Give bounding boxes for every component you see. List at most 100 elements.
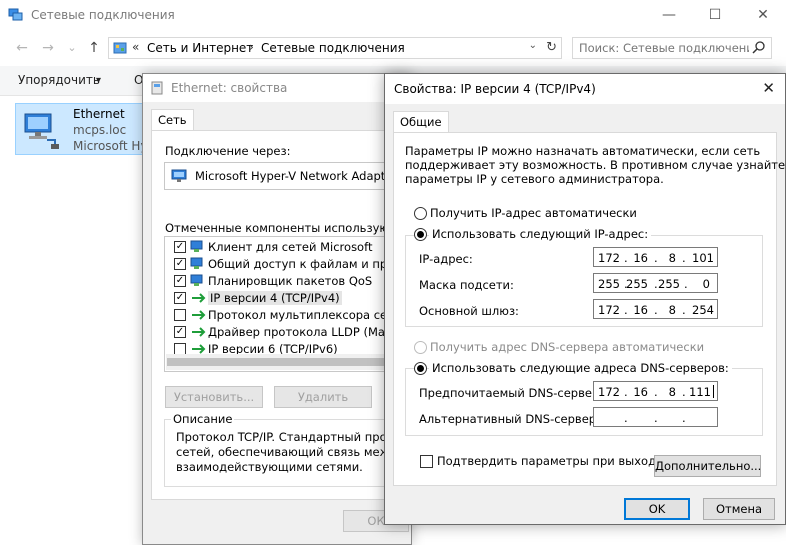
manual-dns-label[interactable]: Использовать следующие адреса DNS-сервер… <box>429 361 732 375</box>
manual-dns-radio[interactable] <box>414 362 427 375</box>
forward-icon[interactable]: → <box>37 38 59 58</box>
breadcrumb-separator[interactable]: › <box>249 40 254 54</box>
ip-octet: 172 <box>598 251 620 265</box>
qos-scheduler-icon <box>190 274 203 286</box>
network-connections-icon <box>8 8 23 21</box>
list-item[interactable]: ✓ Общий доступ к файлам и принтерам <box>165 256 393 273</box>
search-box[interactable] <box>572 37 772 59</box>
component-checkbox[interactable]: ✓ <box>174 258 186 270</box>
organize-button[interactable]: Упорядочить <box>18 73 100 87</box>
alternate-dns-label: Альтернативный DNS-сервер: <box>419 412 600 426</box>
ip-octet: 101 <box>692 251 714 265</box>
scrollbar-thumb[interactable] <box>167 358 392 366</box>
ip-address-label: IP-адрес: <box>419 252 473 266</box>
address-bar[interactable]: « Сеть и Интернет › Сетевые подключения … <box>108 37 562 59</box>
ipv4-dialog-title: Свойства: IP версии 4 (TCP/IPv4) <box>394 82 596 96</box>
ipv4-dialog-title-bar: Свойства: IP версии 4 (TCP/IPv4) ✕ <box>385 74 785 104</box>
component-checkbox[interactable]: ✓ <box>174 292 186 304</box>
search-input[interactable] <box>579 40 749 56</box>
list-item[interactable]: ✓ Планировщик пакетов QoS <box>165 273 393 290</box>
close-button[interactable]: ✕ <box>740 0 786 32</box>
alternate-dns-field[interactable]: . . . <box>593 407 718 427</box>
install-button[interactable]: Установить... <box>165 386 263 408</box>
component-label: Драйвер протокола LLDP (Майкрософт) <box>208 325 393 339</box>
component-label: IP версии 4 (TCP/IPv4) <box>208 291 342 305</box>
breadcrumb-network-connections[interactable]: Сетевые подключения <box>261 41 405 55</box>
adapter-name: Ethernet <box>73 107 125 121</box>
gateway-octet: 172 <box>598 303 620 317</box>
back-icon[interactable]: ← <box>11 38 33 58</box>
ok-button[interactable]: OK <box>624 498 690 520</box>
recent-locations-icon[interactable]: ⌄ <box>61 38 83 58</box>
list-item[interactable]: ✓ Клиент для сетей Microsoft <box>165 239 393 256</box>
explorer-title-bar: Сетевые подключения — ☐ ✕ <box>0 0 786 32</box>
component-checkbox[interactable]: ✓ <box>174 241 186 253</box>
component-label: Протокол мультиплексора сетевого <box>208 308 393 322</box>
ethernet-dialog-title-bar: Ethernet: свойства <box>143 74 411 102</box>
list-item[interactable]: ✓ IP версии 4 (TCP/IPv4) <box>165 290 393 307</box>
validate-checkbox[interactable] <box>420 455 433 468</box>
gateway-field[interactable]: 172. 16. 8. 254 <box>593 299 718 319</box>
auto-ip-label[interactable]: Получить IP-адрес автоматически <box>430 206 637 220</box>
text-caret <box>713 385 714 398</box>
manual-ip-radio[interactable] <box>414 228 427 241</box>
component-checkbox[interactable]: ✓ <box>174 275 186 287</box>
component-checkbox[interactable]: ✓ <box>174 326 186 338</box>
gateway-octet: 16 <box>633 303 648 317</box>
adapter-name-box: Microsoft Hyper-V Network Adapter <box>164 162 394 190</box>
protocol-icon <box>192 327 206 337</box>
tab-network[interactable]: Сеть <box>151 109 194 131</box>
list-item[interactable]: ✓ Драйвер протокола LLDP (Майкрософт) <box>165 324 393 341</box>
advanced-button[interactable]: Дополнительно... <box>654 455 761 477</box>
network-client-icon <box>190 240 203 252</box>
remove-button[interactable]: Удалить <box>274 386 372 408</box>
list-item[interactable]: Протокол мультиплексора сетевого <box>165 307 393 324</box>
tab-general[interactable]: Общие <box>393 111 449 133</box>
ip-address-field[interactable]: 172. 16. 8. 101 <box>593 247 718 267</box>
network-adapter-icon <box>24 113 59 149</box>
subnet-mask-field[interactable]: 255. 255. 255. 0 <box>593 273 718 293</box>
mask-octet: 255 <box>598 277 620 291</box>
address-dropdown-icon[interactable]: ⌄ <box>529 40 537 51</box>
auto-ip-radio[interactable] <box>414 207 427 220</box>
description-line: Протокол TCP/IP. Стандартный протокол <box>176 430 391 444</box>
dns-octet: 111 <box>689 385 711 399</box>
address-overflow[interactable]: « <box>132 40 139 54</box>
ip-octet: 16 <box>633 251 648 265</box>
auto-dns-radio[interactable] <box>414 341 427 354</box>
subnet-mask-label: Маска подсети: <box>419 278 514 292</box>
protocol-icon <box>192 310 206 320</box>
dns-octet: 172 <box>598 385 620 399</box>
minimize-button[interactable]: — <box>646 0 692 32</box>
description-line: сетей, обеспечивающий связь между ра <box>176 445 391 459</box>
preferred-dns-field[interactable]: 172. 16. 8. 111 <box>593 381 718 401</box>
ipv4-properties-dialog: Свойства: IP версии 4 (TCP/IPv4) ✕ Общие… <box>384 73 786 525</box>
mask-octet: 255 <box>658 277 680 291</box>
search-icon[interactable] <box>752 40 766 54</box>
maximize-button[interactable]: ☐ <box>692 0 738 32</box>
preferred-dns-label: Предпочитаемый DNS-сервер: <box>419 386 604 400</box>
refresh-icon[interactable]: ↻ <box>546 40 557 55</box>
component-label: Клиент для сетей Microsoft <box>208 240 373 254</box>
components-list[interactable]: ✓ Клиент для сетей Microsoft ✓ Общий дос… <box>164 236 394 372</box>
ethernet-dialog-title: Ethernet: свойства <box>171 81 288 95</box>
adapter-ethernet-tile[interactable]: Ethernet mcps.loc Microsoft Hyper-V <box>15 103 179 155</box>
component-label: Общий доступ к файлам и принтерам <box>208 257 393 271</box>
validate-label[interactable]: Подтвердить параметры при выходе <box>437 454 663 468</box>
dns-octet: 8 <box>668 385 676 399</box>
component-checkbox[interactable] <box>174 309 186 321</box>
adapter-domain: mcps.loc <box>73 123 127 137</box>
intro-line: параметры IP у сетевого администратора. <box>405 172 664 186</box>
mask-octet: 0 <box>702 277 710 291</box>
manual-ip-label[interactable]: Использовать следующий IP-адрес: <box>429 227 652 241</box>
cancel-button[interactable]: Отмена <box>703 498 775 520</box>
horizontal-scrollbar[interactable] <box>166 354 393 370</box>
up-icon[interactable]: ↑ <box>83 38 105 58</box>
chevron-down-icon[interactable]: ▾ <box>96 75 101 86</box>
breadcrumb-network-internet[interactable]: Сеть и Интернет <box>147 41 253 55</box>
close-icon[interactable]: ✕ <box>762 79 775 97</box>
adapter-name-text: Microsoft Hyper-V Network Adapter <box>195 169 394 183</box>
description-label: Описание <box>171 412 235 426</box>
auto-dns-label[interactable]: Получить адрес DNS-сервера автоматически <box>430 340 704 354</box>
protocol-icon <box>192 293 206 303</box>
